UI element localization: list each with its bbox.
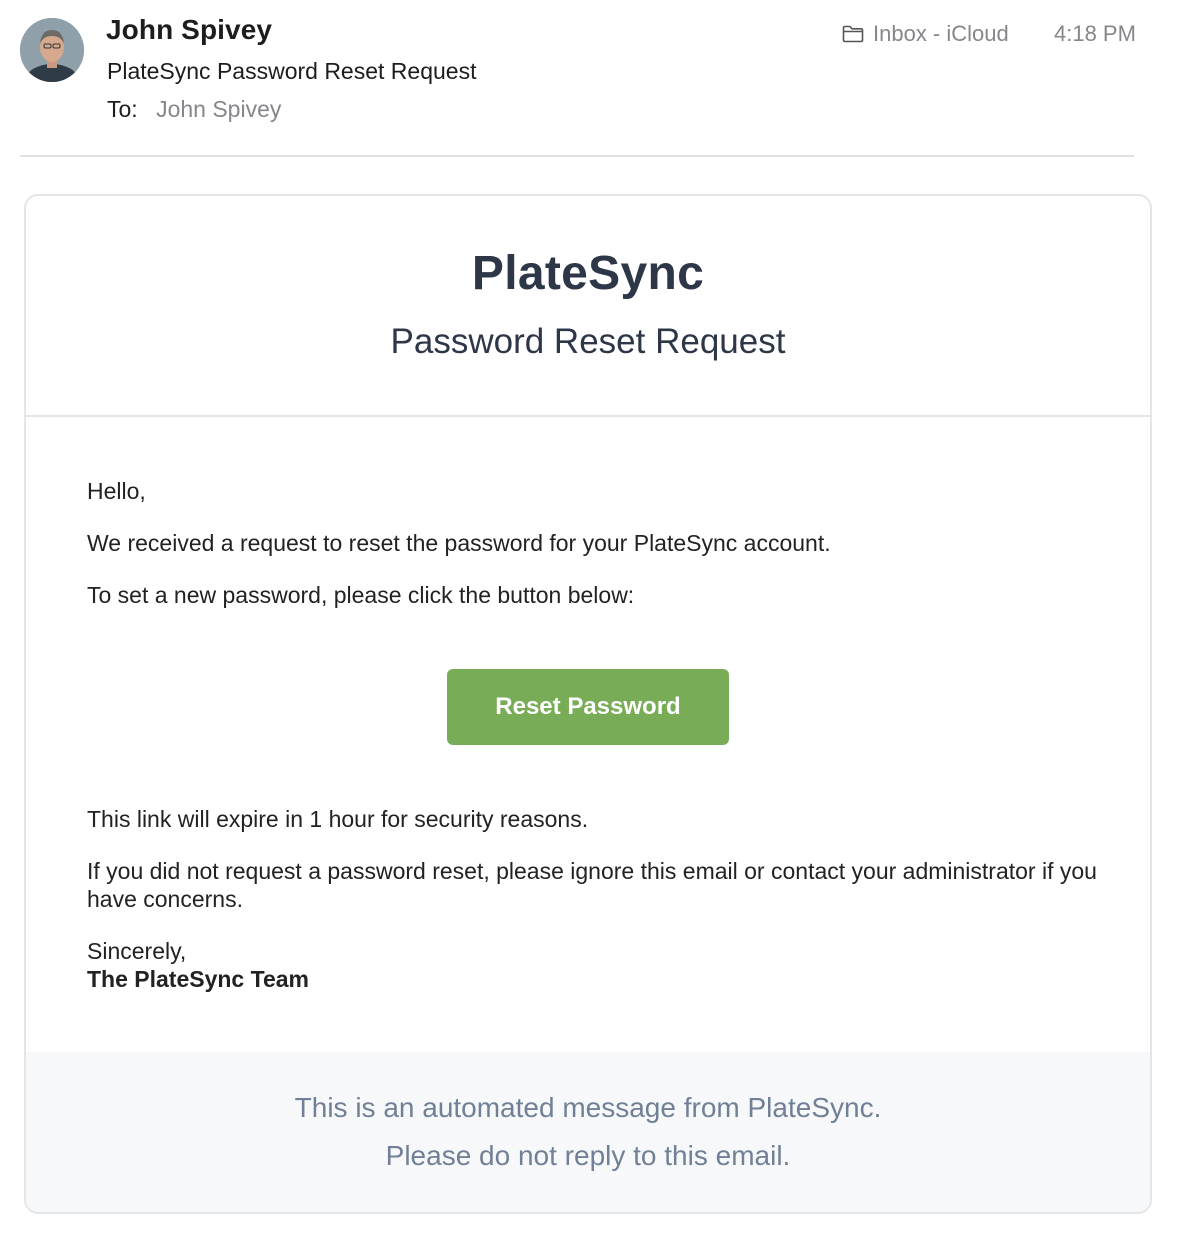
closing: Sincerely,: [87, 938, 187, 964]
to-label: To:: [107, 96, 138, 122]
email-title: Password Reset Request: [390, 322, 786, 361]
mailbox-label: Inbox - iCloud: [873, 21, 1009, 46]
message-time: 4:18 PM: [1054, 21, 1136, 46]
expiry-note: This link will expire in 1 hour for secu…: [87, 806, 589, 832]
folder-icon: [842, 25, 864, 43]
footer-line: Please do not reply to this email.: [385, 1140, 791, 1171]
mailbox-location[interactable]: Inbox - iCloud: [842, 21, 1009, 47]
message-subject: PlateSync Password Reset Request: [107, 58, 477, 84]
email-footer: This is an automated message from PlateS…: [26, 1052, 1150, 1212]
recipient-name[interactable]: John Spivey: [156, 96, 281, 122]
email-body: Hello, We received a request to reset th…: [26, 417, 1150, 1053]
header-divider: [20, 155, 1134, 157]
team-name: The PlateSync Team: [87, 966, 309, 992]
email-card: PlateSync Password Reset Request Hello, …: [24, 194, 1152, 1214]
sender-name[interactable]: John Spivey: [106, 14, 272, 46]
ignore-note: If you did not request a password reset,…: [87, 858, 1097, 912]
body-text: To set a new password, please click the …: [87, 582, 635, 608]
reset-password-button[interactable]: Reset Password: [447, 669, 729, 745]
body-text: We received a request to reset the passw…: [87, 530, 831, 556]
greeting: Hello,: [87, 478, 146, 504]
footer-line: This is an automated message from PlateS…: [294, 1092, 882, 1123]
recipient-row: To: John Spivey: [107, 96, 281, 123]
email-header: PlateSync Password Reset Request: [26, 196, 1150, 417]
brand-name: PlateSync: [471, 247, 705, 300]
sender-avatar[interactable]: [20, 18, 84, 82]
signature: Sincerely, The PlateSync Team: [87, 937, 309, 993]
